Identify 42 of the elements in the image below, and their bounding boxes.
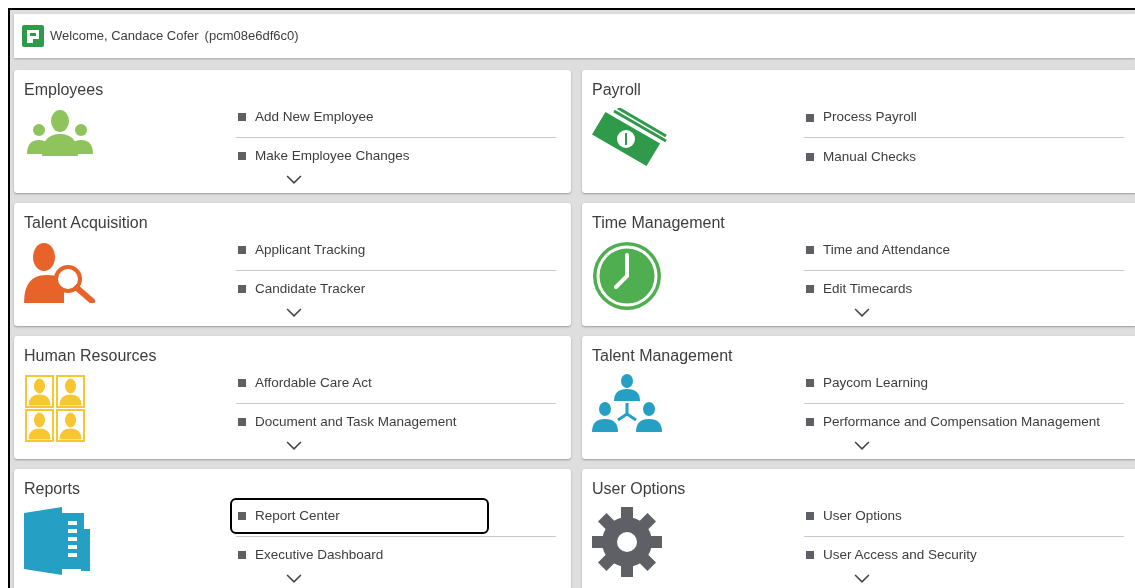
module-link[interactable]: Document and Task Management — [230, 404, 489, 441]
clock-icon — [592, 241, 662, 311]
user-id-text: (pcm08e6df6c0) — [204, 27, 299, 46]
module-link[interactable]: Paycom Learning — [798, 365, 1057, 402]
portraits-icon — [24, 374, 86, 442]
module-link[interactable]: Make Employee Changes — [230, 138, 489, 175]
person-search-icon — [24, 241, 96, 303]
card-title: Talent Acquisition — [24, 213, 148, 233]
people-icon — [24, 108, 96, 156]
card-title: Human Resources — [24, 346, 157, 366]
module-link[interactable]: Manual Checks — [798, 139, 1057, 175]
card-title: Employees — [24, 80, 104, 100]
module-link[interactable]: Candidate Tracker — [230, 271, 489, 308]
chevron-down-icon[interactable] — [854, 308, 870, 318]
card-title: Payroll — [592, 80, 641, 100]
module-link[interactable]: Add New Employee — [230, 99, 489, 136]
module-link[interactable]: User Options — [798, 498, 1057, 535]
module-link[interactable]: Process Payroll — [798, 99, 1057, 136]
module-link[interactable]: Applicant Tracking — [230, 232, 489, 269]
binder-icon — [24, 507, 90, 575]
chevron-down-icon[interactable] — [286, 574, 302, 584]
chevron-down-icon[interactable] — [854, 441, 870, 451]
module-link[interactable]: Edit Timecards — [798, 271, 1057, 308]
card-title: User Options — [592, 479, 686, 499]
welcome-text: Welcome, Candace Cofer — [50, 27, 199, 46]
team-icon — [592, 374, 662, 432]
module-link[interactable]: Executive Dashboard — [230, 537, 489, 574]
chevron-down-icon[interactable] — [286, 308, 302, 318]
module-link[interactable]: Performance and Compensation Management — [798, 404, 1102, 441]
card-title: Reports — [24, 479, 81, 499]
money-icon — [592, 108, 668, 168]
card-title: Talent Management — [592, 346, 733, 366]
chevron-down-icon[interactable] — [286, 441, 302, 451]
chevron-down-icon[interactable] — [854, 574, 870, 584]
chevron-down-icon[interactable] — [286, 175, 302, 185]
logo-icon — [22, 25, 44, 47]
settings-icon — [592, 507, 662, 577]
highlighted-link[interactable]: Report Center — [230, 498, 489, 535]
module-link[interactable]: Time and Attendance — [798, 232, 1057, 269]
module-link[interactable]: Affordable Care Act — [230, 365, 489, 402]
module-link[interactable]: User Access and Security — [798, 537, 1057, 574]
card-title: Time Management — [592, 213, 725, 233]
